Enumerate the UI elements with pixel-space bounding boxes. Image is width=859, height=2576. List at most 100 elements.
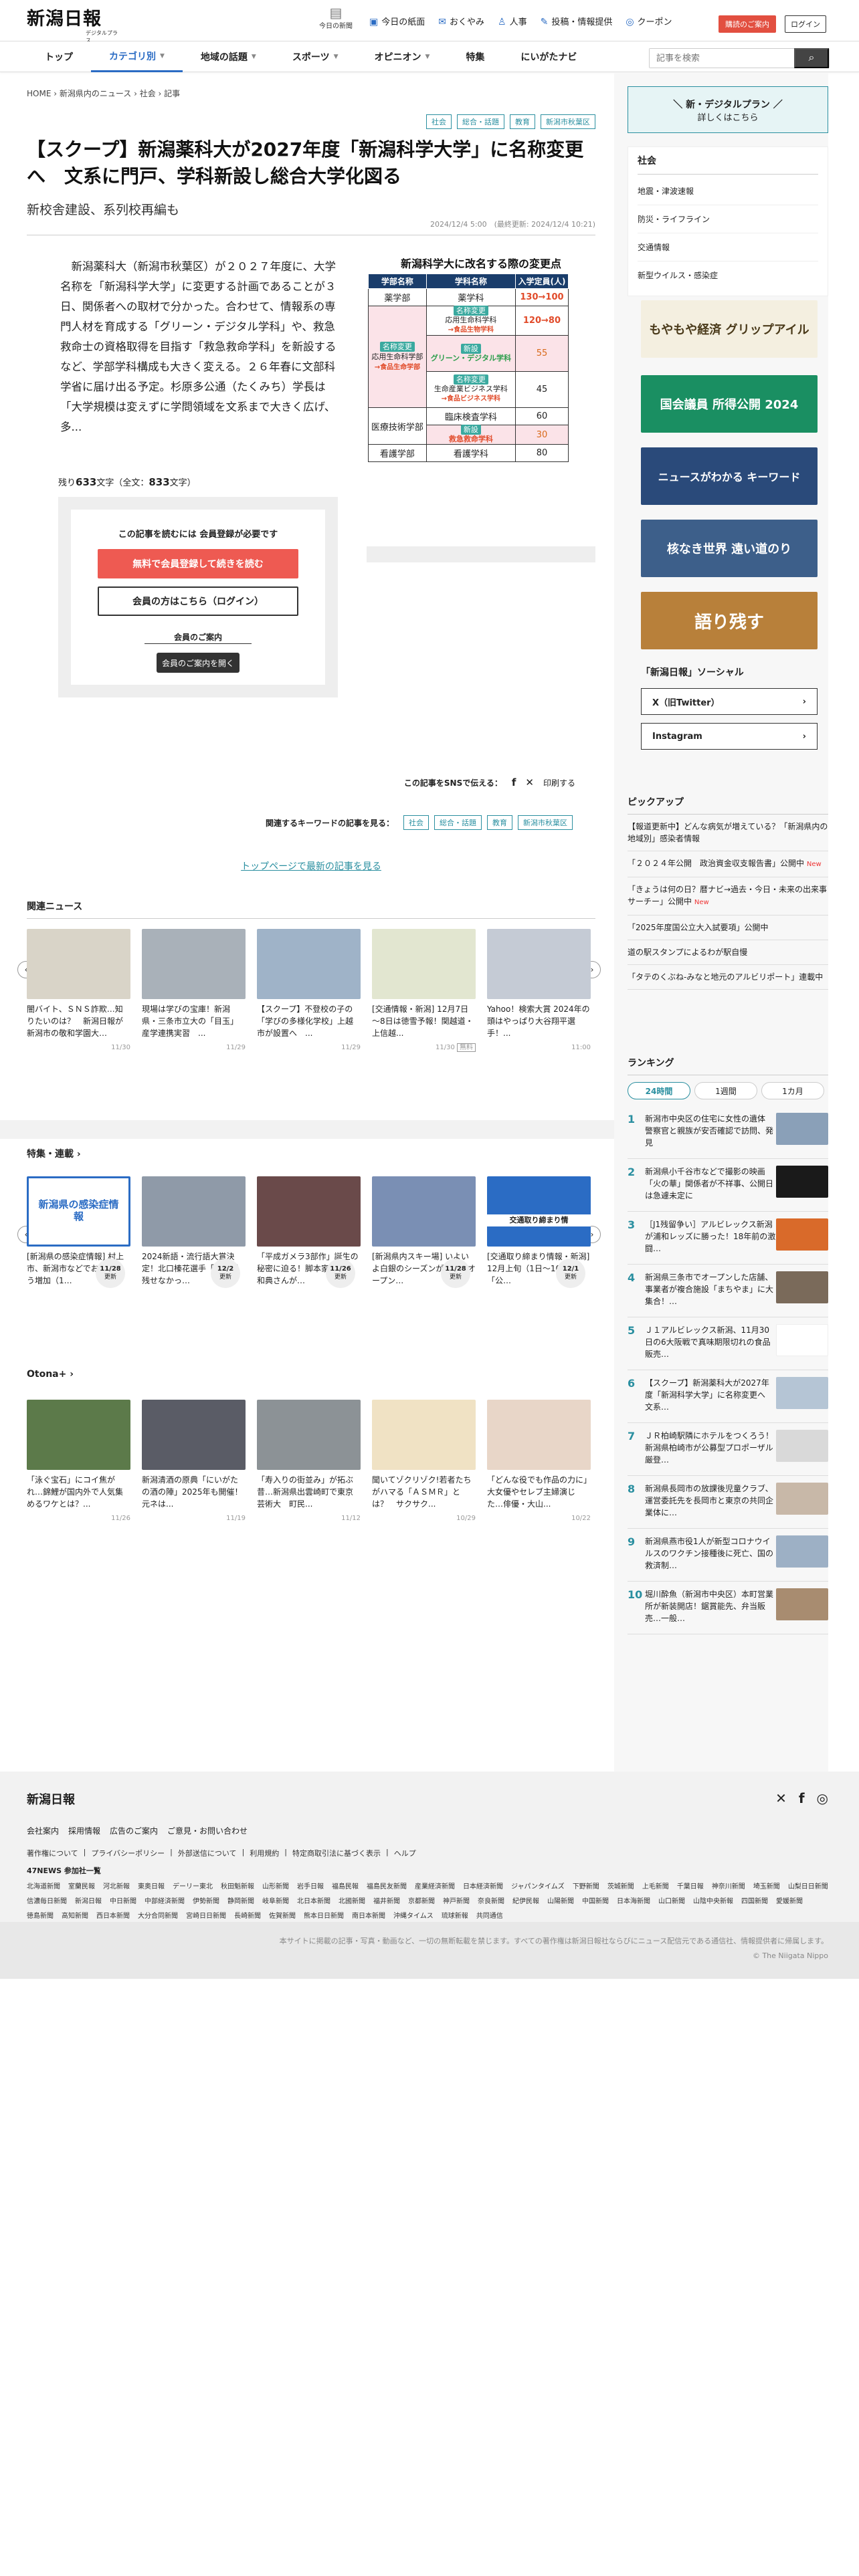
tag-link[interactable]: 社会 [426, 114, 452, 129]
breadcrumb-home[interactable]: HOME [27, 89, 51, 98]
ranking-item[interactable]: 2 新潟県小千谷市などで撮影の映画「火の華」関係者が不祥事、公開日は急遽未定に [628, 1159, 828, 1212]
news47-paper-link[interactable]: 中日新聞 [110, 1895, 136, 1909]
news47-paper-link[interactable]: 山口新聞 [658, 1895, 685, 1909]
x-icon[interactable]: ✕ [525, 776, 534, 788]
tab-1month[interactable]: 1カ月 [761, 1082, 824, 1099]
news47-heading[interactable]: 47NEWS 参加社一覧 [27, 1865, 101, 1876]
tab-1week[interactable]: 1週間 [694, 1082, 757, 1099]
pickup-item[interactable]: 「２０２４年公開 政治資金収支報告書」公開中 New [628, 851, 828, 877]
news47-paper-link[interactable]: 産業経済新聞 [415, 1880, 455, 1895]
society-item[interactable]: 交通情報 [638, 233, 818, 261]
footer-link[interactable]: 著作権について [27, 1848, 78, 1858]
news47-paper-link[interactable]: 山陽新聞 [547, 1895, 574, 1909]
instagram-icon[interactable]: ◎ [817, 1790, 828, 1806]
news47-paper-link[interactable]: 紀伊民報 [512, 1895, 539, 1909]
news47-paper-link[interactable]: 京都新聞 [408, 1895, 435, 1909]
nav-feature[interactable]: 特集 [448, 41, 502, 72]
ranking-item[interactable]: 10 堀川酔魚（新潟市中央区）本町営業所が新装開店！鋸賞能先、弁当販売…一般… [628, 1582, 828, 1634]
news47-paper-link[interactable]: 中国新聞 [582, 1895, 609, 1909]
society-item[interactable]: 新型ウイルス・感染症 [638, 261, 818, 289]
news47-paper-link[interactable]: 上毛新聞 [642, 1880, 669, 1895]
ranking-item[interactable]: 3 ［J1残留争い］アルビレックス新潟が浦和レッズに勝った！18年前の激闘… [628, 1212, 828, 1265]
news47-paper-link[interactable]: 北日本新聞 [297, 1895, 330, 1909]
news47-paper-link[interactable]: 山梨日日新聞 [788, 1880, 828, 1895]
digital-plan-banner[interactable]: ＼ 新・デジタルプラン ／ 詳しくはこちら [628, 86, 828, 133]
otona-card[interactable]: 聞いてゾクリゾク!若者たちがハマる「ＡＳＭＲ」とは？ サクサク... 10/29 [372, 1400, 476, 1525]
top-link-coupon[interactable]: ◎ クーポン [626, 15, 672, 27]
news47-paper-link[interactable]: 伊勢新聞 [193, 1895, 219, 1909]
news47-paper-link[interactable]: 岐阜新聞 [262, 1895, 289, 1909]
otona-card[interactable]: 「寿入りの街並み」が拓ぶ昔…新潟県出雲崎町で東京芸術大 町民... 11/12 [257, 1400, 361, 1525]
footer-link[interactable]: 特定商取引法に基づく表示 [292, 1848, 381, 1858]
banner-assets[interactable]: 国会議員 所得公開 2024 [641, 375, 818, 433]
nav-top[interactable]: トップ [27, 41, 91, 72]
news47-paper-link[interactable]: 日本経済新聞 [463, 1880, 503, 1895]
pickup-item[interactable]: 道の駅スタンプによるわが駅自慢 [628, 940, 828, 965]
news47-paper-link[interactable]: 山形新聞 [262, 1880, 289, 1895]
society-item[interactable]: 防災・ライフライン [638, 205, 818, 233]
member-login-button[interactable]: 会員の方はこちら（ログイン） [98, 586, 298, 616]
subscribe-button[interactable]: 購読のご案内 [719, 15, 776, 33]
news47-paper-link[interactable]: 東奥日報 [138, 1880, 165, 1895]
news47-paper-link[interactable]: 山陰中央新報 [693, 1895, 733, 1909]
facebook-icon[interactable]: f [799, 1790, 805, 1806]
tag-link[interactable]: 総合・話題 [434, 815, 482, 830]
print-link[interactable]: 印刷する [543, 777, 575, 788]
footer-link[interactable]: ヘルプ [394, 1848, 416, 1858]
login-button[interactable]: ログイン [785, 15, 826, 33]
breadcrumb-news[interactable]: 新潟県内のニュース [60, 89, 131, 98]
tag-link[interactable]: 教育 [510, 114, 535, 129]
tag-link[interactable]: 社会 [403, 815, 429, 830]
footer-link[interactable]: 会社案内 [27, 1825, 59, 1836]
news47-paper-link[interactable]: 千葉日報 [677, 1880, 704, 1895]
top-link-post[interactable]: ✎ 投稿・情報提供 [541, 15, 613, 27]
search-button[interactable]: ⌕ [794, 48, 829, 68]
news47-paper-link[interactable]: 愛媛新聞 [776, 1895, 803, 1909]
news47-paper-link[interactable]: 信濃毎日新聞 [27, 1895, 67, 1909]
guide-open-button[interactable]: 会員のご案内を開く [157, 653, 240, 673]
nav-category[interactable]: カテゴリ別 ▼ [91, 41, 183, 72]
tab-24h[interactable]: 24時間 [628, 1082, 690, 1099]
top-link-okuyami[interactable]: ✉ おくやみ [438, 15, 484, 27]
banner-nuclear[interactable]: 核なき世界 遠い道のり [641, 520, 818, 577]
breadcrumb-society[interactable]: 社会 [140, 89, 156, 98]
news47-paper-link[interactable]: 四国新聞 [741, 1895, 768, 1909]
news47-paper-link[interactable]: 奈良新聞 [478, 1895, 504, 1909]
news47-paper-link[interactable]: 秋田魁新報 [221, 1880, 254, 1895]
feature-card[interactable]: 新潟県の感染症情報 [新潟県の感染症情報] 村上市、新潟市などでおぼうそう増加（1… [27, 1176, 130, 1288]
tag-link[interactable]: 総合・話題 [457, 114, 504, 129]
feature-card[interactable]: 「平成ガメラ3部作」誕生の秘密に迫る！脚本家・伊藤和典さんが… 11/26 更新 [257, 1176, 361, 1288]
nav-niigata-navi[interactable]: にいがたナビ [502, 41, 595, 72]
ranking-item[interactable]: 8 新潟県長岡市の放課後児童クラブ、運営委託先を長岡市と東京の共同企業体に… [628, 1476, 828, 1529]
features-heading[interactable]: 特集・連載 › [27, 1147, 595, 1166]
news47-paper-link[interactable]: ジャパンタイムズ [511, 1880, 565, 1895]
news47-paper-link[interactable]: デーリー東北 [173, 1880, 213, 1895]
footer-logo[interactable]: 新潟日報 [27, 1790, 75, 1808]
otona-heading[interactable]: Otona+ › [27, 1369, 595, 1385]
facebook-icon[interactable]: f [512, 776, 516, 788]
news47-paper-link[interactable]: 福島民報 [332, 1880, 359, 1895]
feature-card[interactable]: 交通取り締まり情 [交通取り締まり情報・新潟] 12月上旬（1日～10日）の「公…… [487, 1176, 591, 1288]
top-page-link[interactable]: トップページで最新の記事を見る [27, 859, 595, 873]
pickup-item[interactable]: 「2025年度国公立大入試要項」公開中 [628, 916, 828, 940]
ranking-item[interactable]: 5 Ｊ１アルビレックス新潟、11月30日の6大阪戦で真味期限切れの食品販売… [628, 1317, 828, 1370]
related-card[interactable]: 【スクープ】不登校の子の「学びの多様化学校」上越市が設置へ ... 11/29 [257, 929, 361, 1054]
news47-paper-link[interactable]: 埼玉新聞 [753, 1880, 780, 1895]
ranking-item[interactable]: 4 新潟県三条市でオープンした店舗、事業者が複合施設「まちやま」に大集合！… [628, 1265, 828, 1317]
news47-paper-link[interactable]: 静岡新聞 [227, 1895, 254, 1909]
nav-sports[interactable]: スポーツ ▼ [274, 41, 357, 72]
news47-paper-link[interactable]: 室蘭民報 [68, 1880, 95, 1895]
banner-kataritsugu[interactable]: 語り残す [641, 592, 818, 649]
nav-local[interactable]: 地域の話題 ▼ [183, 41, 274, 72]
x-twitter-button[interactable]: X（旧Twitter） › [641, 688, 818, 715]
news47-paper-link[interactable]: 河北新報 [103, 1880, 130, 1895]
news47-paper-link[interactable]: 福島民友新聞 [367, 1880, 407, 1895]
feature-card[interactable]: 2024新語・流行語大賞決定！北口榛花選手「名言が残せなかっ… 12/2 更新 [142, 1176, 246, 1288]
related-card[interactable]: [交通情報・新潟] 12月7日～8日は徳雪予報！関越道・上信越... 11/30 … [372, 929, 476, 1054]
x-icon[interactable]: ✕ [775, 1790, 787, 1806]
feature-card[interactable]: [新潟県内スキー場] いよいよ白銀のシーズンが到来♪ オープン… 11/28 更新 [372, 1176, 476, 1288]
ranking-item[interactable]: 9 新潟県燕市役1人が新型コロナウイルスのワクチン接種後に死亡、国の救済制… [628, 1529, 828, 1582]
otona-card[interactable]: 新潟清酒の原典「にいがたの酒の陣」2025年も開催！ 元ネは... 11/19 [142, 1400, 246, 1525]
footer-link[interactable]: 広告のご案内 [110, 1825, 158, 1836]
society-item[interactable]: 地震・津波速報 [638, 177, 818, 205]
